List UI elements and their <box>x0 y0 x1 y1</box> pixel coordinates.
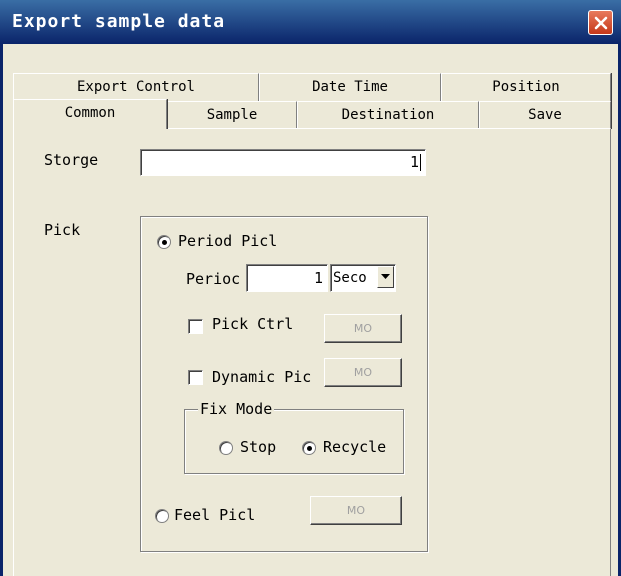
feel-pick-radio[interactable] <box>155 509 169 523</box>
period-pick-radio[interactable] <box>157 235 171 249</box>
period-pick-label: Period Picl <box>178 232 278 250</box>
dropdown-button[interactable] <box>377 266 394 288</box>
window-title: Export sample data <box>12 11 226 32</box>
close-icon <box>594 16 607 29</box>
text-cursor <box>420 154 421 171</box>
fix-mode-stop-radio[interactable] <box>219 441 233 455</box>
tab-destination[interactable]: Destination <box>297 101 479 129</box>
export-sample-data-dialog: Export sample data Export Control Date T… <box>0 0 621 576</box>
period-label: Perioc <box>186 270 241 288</box>
tab-common[interactable]: Common <box>13 99 167 129</box>
dynamic-pick-label: Dynamic Pic <box>212 368 312 386</box>
tab-position[interactable]: Position <box>441 73 611 101</box>
title-bar[interactable]: Export sample data <box>0 0 621 44</box>
tab-export-control[interactable]: Export Control <box>13 73 259 101</box>
chevron-down-icon <box>381 274 390 279</box>
tab-date-time[interactable]: Date Time <box>259 73 441 101</box>
period-value: 1 <box>313 269 323 287</box>
pick-ctrl-mo-button[interactable]: MO <box>324 314 402 343</box>
storge-input[interactable]: 1 <box>140 149 426 176</box>
period-unit-value: Seco <box>333 270 367 286</box>
storge-value: 1 <box>409 153 419 171</box>
fix-mode-recycle-radio[interactable] <box>302 441 316 455</box>
close-button[interactable] <box>588 10 613 35</box>
period-unit-select[interactable]: Seco <box>330 264 396 292</box>
fix-mode-label: Fix Mode <box>198 400 275 418</box>
dynamic-pick-mo-button[interactable]: MO <box>324 358 402 387</box>
pick-label: Pick <box>44 221 81 239</box>
pick-ctrl-checkbox[interactable] <box>188 319 203 334</box>
feel-pick-label: Feel Picl <box>174 506 256 524</box>
fix-mode-stop-label: Stop <box>240 438 277 456</box>
tab-sample[interactable]: Sample <box>167 101 297 129</box>
fix-mode-recycle-label: Recycle <box>323 438 387 456</box>
storge-label: Storge <box>44 151 99 169</box>
radio-selected-dot <box>162 240 167 245</box>
period-input[interactable]: 1 <box>246 264 328 292</box>
dynamic-pick-checkbox[interactable] <box>188 370 203 385</box>
radio-selected-dot <box>307 446 312 451</box>
tab-panel-common: Storge 1 Pick Period Picl Perioc 1 Seco … <box>13 128 611 576</box>
pick-ctrl-label: Pick Ctrl <box>212 315 294 333</box>
tab-save[interactable]: Save <box>479 101 611 129</box>
feel-pick-mo-button[interactable]: MO <box>310 496 402 525</box>
